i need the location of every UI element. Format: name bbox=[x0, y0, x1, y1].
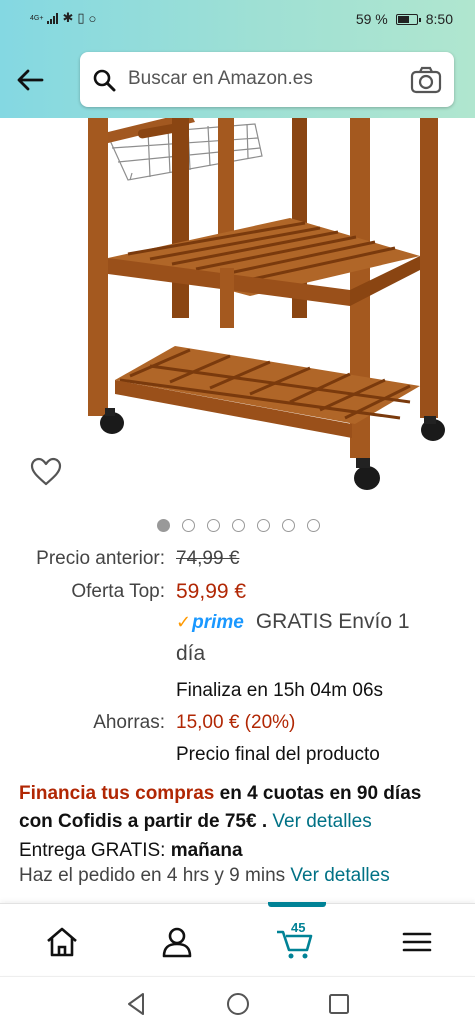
carousel-dot[interactable] bbox=[157, 519, 170, 532]
order-deadline: Haz el pedido en 4 hrs y 9 mins Ver deta… bbox=[19, 863, 390, 889]
financing-details-link[interactable]: Ver detalles bbox=[272, 811, 371, 832]
delivery-label: Entrega GRATIS: bbox=[19, 840, 166, 861]
battery-percent: 59 % bbox=[355, 11, 388, 27]
system-recents-icon[interactable] bbox=[326, 991, 352, 1017]
offer-price: 59,99 € bbox=[176, 580, 247, 603]
search-icon bbox=[93, 69, 116, 92]
prime-shipping: ✓ prime GRATIS Envío 1 bbox=[176, 610, 410, 634]
clock: 8:50 bbox=[425, 11, 453, 27]
prime-check-icon: ✓ bbox=[176, 612, 192, 632]
financing-info: Financia tus compras en 4 cuotas en 90 d… bbox=[19, 780, 459, 836]
sync-icon: ○ bbox=[88, 10, 97, 26]
header: 4G+ ✱ ▯ ○ 59 % 8:50 bbox=[0, 0, 475, 118]
menu-icon[interactable] bbox=[397, 922, 437, 962]
camera-icon[interactable] bbox=[410, 66, 442, 94]
offer-label: Oferta Top: bbox=[71, 581, 165, 602]
delivery-details-link[interactable]: Ver detalles bbox=[290, 865, 389, 886]
bottom-navigation: 45 bbox=[0, 902, 475, 975]
financing-lead[interactable]: Financia tus compras bbox=[19, 783, 214, 804]
system-navigation-bar bbox=[0, 976, 475, 1029]
savings-label: Ahorras: bbox=[93, 712, 165, 733]
final-price-note: Precio final del producto bbox=[176, 744, 380, 765]
carousel-dot[interactable] bbox=[307, 519, 320, 532]
search-input[interactable] bbox=[128, 66, 398, 92]
order-deadline-text: Haz el pedido en 4 hrs y 9 mins bbox=[19, 865, 286, 886]
deal-countdown: Finaliza en 15h 04m 06s bbox=[176, 680, 384, 701]
delivery-info: Entrega GRATIS: mañana bbox=[19, 838, 243, 864]
status-bar: 4G+ ✱ ▯ ○ 59 % 8:50 bbox=[0, 0, 475, 38]
cart-count-badge: 45 bbox=[291, 920, 306, 935]
carousel-dot[interactable] bbox=[182, 519, 195, 532]
prime-logo: prime bbox=[192, 612, 244, 633]
carousel-dot[interactable] bbox=[232, 519, 245, 532]
product-image[interactable] bbox=[0, 118, 475, 503]
previous-price-label: Precio anterior: bbox=[36, 548, 165, 569]
financing-separator: . bbox=[256, 811, 273, 832]
signal-icon bbox=[47, 12, 59, 24]
system-home-icon[interactable] bbox=[225, 991, 251, 1017]
carousel-dot[interactable] bbox=[282, 519, 295, 532]
carousel-dot[interactable] bbox=[207, 519, 220, 532]
previous-price: 74,99 € bbox=[176, 548, 240, 569]
wishlist-heart-icon[interactable] bbox=[30, 457, 62, 487]
bluetooth-icon: ✱ bbox=[62, 10, 74, 25]
shipping-text-cont: día bbox=[176, 642, 206, 665]
delivery-day: mañana bbox=[170, 840, 243, 861]
carousel-dot[interactable] bbox=[257, 519, 270, 532]
system-back-icon[interactable] bbox=[124, 991, 150, 1017]
back-arrow-icon[interactable] bbox=[14, 64, 46, 96]
account-icon[interactable] bbox=[157, 922, 197, 962]
vibrate-icon: ▯ bbox=[77, 10, 85, 25]
search-bar[interactable] bbox=[80, 52, 454, 107]
shipping-text: GRATIS Envío 1 bbox=[255, 610, 410, 633]
carousel-indicator bbox=[0, 519, 475, 533]
home-icon[interactable] bbox=[42, 922, 82, 962]
battery-icon bbox=[395, 13, 421, 25]
network-type: 4G+ bbox=[30, 14, 44, 22]
active-tab-indicator bbox=[268, 902, 326, 907]
savings-value: 15,00 € (20%) bbox=[176, 712, 296, 733]
